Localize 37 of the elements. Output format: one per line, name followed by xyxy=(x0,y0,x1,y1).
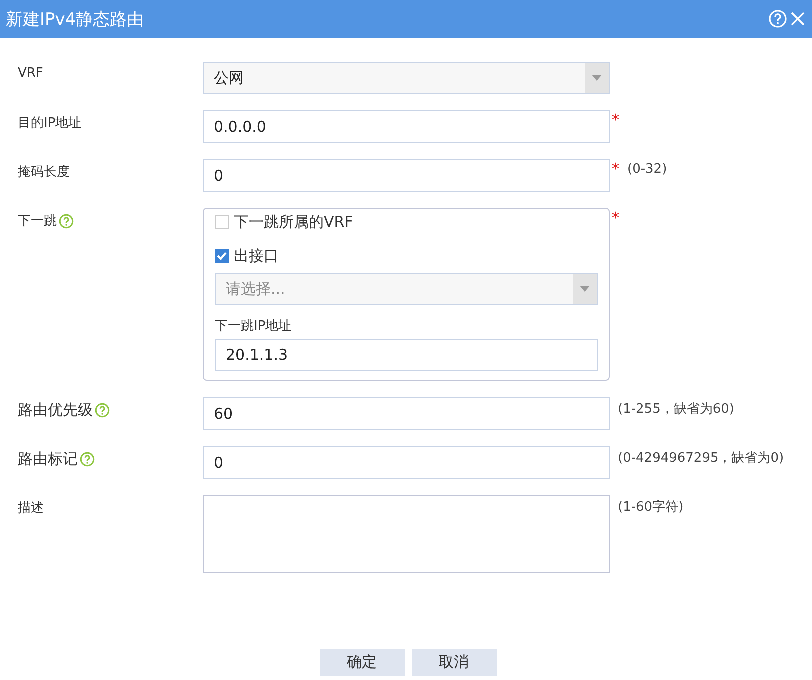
caret-icon xyxy=(592,75,602,81)
required-mark: * xyxy=(612,160,620,178)
input-field[interactable]: 60 xyxy=(203,397,610,430)
caret-icon xyxy=(580,286,590,292)
dropdown-placeholder: 请选择... xyxy=(225,280,286,298)
field-label: 描述 xyxy=(18,500,44,517)
range-hint: (1-255，缺省为60) xyxy=(617,401,734,418)
vrf-dropdown[interactable]: 公网 xyxy=(203,62,610,94)
field-label: 下一跳 xyxy=(18,213,57,230)
dialog-button[interactable]: 确定 xyxy=(320,649,404,676)
field-label: 掩码长度 xyxy=(18,164,70,181)
range-hint: (1-60字符) xyxy=(617,499,684,516)
help-icon[interactable] xyxy=(59,214,74,228)
checkbox[interactable] xyxy=(215,215,229,229)
help-icon[interactable] xyxy=(80,452,95,467)
input-field[interactable]: 20.1.1.3 xyxy=(215,339,598,371)
input-field[interactable]: 0 xyxy=(203,446,610,479)
dialog-button[interactable]: 取消 xyxy=(412,649,496,676)
input-field[interactable]: 0 xyxy=(203,159,610,192)
required-mark: * xyxy=(612,209,620,227)
help-icon[interactable] xyxy=(95,403,110,418)
field-label: VRF xyxy=(18,66,44,81)
description-field[interactable] xyxy=(203,495,610,573)
window-title: 新建IPv4静态路由 xyxy=(6,8,144,30)
field-label: 目的IP地址 xyxy=(18,115,82,132)
range-hint: (0-32) xyxy=(628,161,668,178)
checkbox[interactable] xyxy=(215,249,229,263)
required-mark: * xyxy=(612,111,620,129)
checkbox-label: 下一跳所属的VRF xyxy=(234,212,354,232)
dropdown-value: 公网 xyxy=(213,68,245,88)
input-field[interactable]: 0.0.0.0 xyxy=(203,110,610,143)
field-label: 路由标记 xyxy=(18,450,78,469)
range-hint: (0-4294967295，缺省为0) xyxy=(617,450,784,467)
field-label: 下一跳IP地址 xyxy=(215,318,293,335)
field-label: 路由优先级 xyxy=(18,401,93,420)
close-icon[interactable] xyxy=(790,11,806,27)
checkbox-label: 出接口 xyxy=(234,246,279,266)
